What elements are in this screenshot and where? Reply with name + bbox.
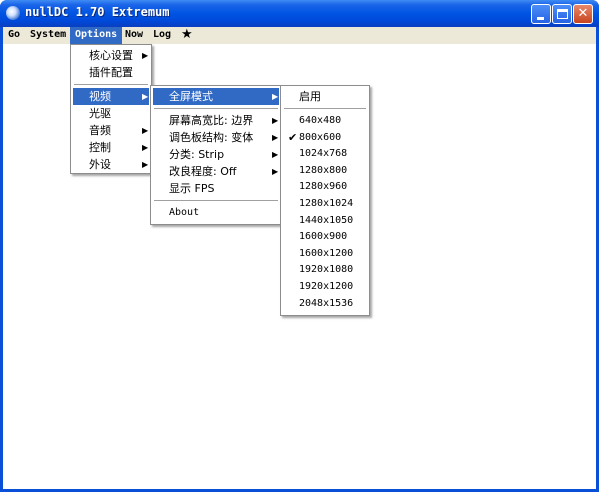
menu-item-about[interactable]: About bbox=[153, 204, 279, 221]
menu-options[interactable]: Options bbox=[70, 27, 123, 44]
menu-item-resolution-640x480[interactable]: 640x480 bbox=[283, 112, 367, 129]
menu-item-resolution-1280x960[interactable]: 1280x960 bbox=[283, 178, 367, 195]
resolution-label: 640x480 bbox=[299, 115, 342, 126]
menu-item-aspect-ratio[interactable]: 屏幕高宽比: 边界 ▶ bbox=[153, 112, 279, 129]
dreamcast-swirl-icon[interactable] bbox=[6, 6, 20, 20]
menu-item-resolution-1440x1050[interactable]: 1440x1050 bbox=[283, 212, 367, 229]
menu-item-label: 屏幕高宽比: 边界 bbox=[169, 114, 254, 127]
close-button[interactable]: ✕ bbox=[573, 4, 593, 24]
submenu-arrow-icon: ▶ bbox=[142, 92, 149, 101]
window-title: nullDC 1.70 Extremum bbox=[25, 5, 170, 19]
submenu-arrow-icon: ▶ bbox=[142, 160, 149, 169]
menu-item-label: 插件配置 bbox=[89, 66, 133, 79]
menu-item-audio[interactable]: 音频 ▶ bbox=[73, 122, 149, 139]
menu-item-resolution-1600x900[interactable]: 1600x900 bbox=[283, 228, 367, 245]
menu-item-plugin-config[interactable]: 插件配置 bbox=[73, 64, 149, 81]
minimize-button[interactable] bbox=[531, 4, 551, 24]
menu-item-controls[interactable]: 控制 ▶ bbox=[73, 139, 149, 156]
menu-separator bbox=[74, 84, 148, 86]
menu-separator bbox=[154, 200, 278, 202]
menu-item-resolution-1024x768[interactable]: 1024x768 bbox=[283, 145, 367, 162]
resolution-label: 1920x1080 bbox=[299, 264, 354, 276]
menu-item-show-fps[interactable]: 显示 FPS bbox=[153, 180, 279, 197]
menu-item-palette[interactable]: 调色板结构: 变体 ▶ bbox=[153, 129, 279, 146]
menu-item-video[interactable]: 视频 ▶ bbox=[73, 88, 149, 105]
menu-item-peripherals[interactable]: 外设 ▶ bbox=[73, 156, 149, 173]
checkmark-icon: ✔ bbox=[288, 130, 298, 144]
resolution-label: 800x600 bbox=[299, 131, 342, 143]
menu-item-label: About bbox=[169, 207, 200, 218]
resolution-label: 1280x800 bbox=[299, 164, 348, 176]
app-window: nullDC 1.70 Extremum ✕ Go System Options… bbox=[0, 0, 599, 492]
menu-item-enhancement[interactable]: 改良程度: Off ▶ bbox=[153, 163, 279, 180]
menu-go[interactable]: Go bbox=[3, 27, 25, 44]
video-submenu: 全屏模式 ▶ 屏幕高宽比: 边界 ▶ 调色板结构: 变体 ▶ 分类: Strip… bbox=[150, 85, 282, 225]
menu-item-label: 启用 bbox=[299, 90, 321, 103]
submenu-arrow-icon: ▶ bbox=[272, 92, 279, 101]
menu-item-resolution-1600x1200[interactable]: 1600x1200 bbox=[283, 245, 367, 262]
submenu-arrow-icon: ▶ bbox=[142, 143, 149, 152]
maximize-icon bbox=[557, 9, 568, 19]
menu-item-fullscreen-mode[interactable]: 全屏模式 ▶ bbox=[153, 88, 279, 105]
menu-item-resolution-1280x1024[interactable]: 1280x1024 bbox=[283, 195, 367, 212]
menu-separator bbox=[284, 108, 366, 110]
menu-bar: Go System Options Now Log ★ bbox=[3, 27, 596, 44]
menu-item-label: 改良程度: Off bbox=[169, 165, 237, 178]
resolution-label: 1600x900 bbox=[299, 231, 348, 243]
menu-item-label: 显示 FPS bbox=[169, 182, 215, 195]
options-menu: 核心设置 ▶ 插件配置 视频 ▶ 光驱 音频 ▶ 控制 ▶ 外设 ▶ bbox=[70, 44, 152, 174]
maximize-button[interactable] bbox=[552, 4, 572, 24]
menu-separator bbox=[154, 108, 278, 110]
menu-item-label: 全屏模式 bbox=[169, 90, 213, 103]
menu-item-label: 核心设置 bbox=[89, 49, 133, 62]
menu-item-label: 视频 bbox=[89, 90, 111, 103]
menu-item-label: 控制 bbox=[89, 141, 111, 154]
close-icon: ✕ bbox=[577, 6, 589, 21]
submenu-arrow-icon: ▶ bbox=[142, 51, 149, 60]
menu-item-resolution-800x600[interactable]: ✔ 800x600 bbox=[283, 129, 367, 146]
menu-item-label: 分类: Strip bbox=[169, 148, 225, 161]
resolution-label: 1920x1200 bbox=[299, 281, 354, 292]
resolution-label: 1600x1200 bbox=[299, 247, 354, 259]
submenu-arrow-icon: ▶ bbox=[142, 126, 149, 135]
menu-item-resolution-1920x1080[interactable]: 1920x1080 bbox=[283, 261, 367, 278]
menu-item-resolution-2048x1536[interactable]: 2048x1536 bbox=[283, 295, 367, 312]
resolution-label: 1280x960 bbox=[299, 181, 348, 193]
menu-item-core-settings[interactable]: 核心设置 ▶ bbox=[73, 47, 149, 64]
submenu-arrow-icon: ▶ bbox=[272, 116, 279, 125]
menu-item-label: 光驱 bbox=[89, 107, 111, 120]
menu-star-icon[interactable]: ★ bbox=[176, 27, 198, 44]
resolution-label: 2048x1536 bbox=[299, 297, 354, 309]
resolution-label: 1280x1024 bbox=[299, 198, 354, 209]
menu-item-cdrom[interactable]: 光驱 bbox=[73, 105, 149, 122]
menu-item-label: 调色板结构: 变体 bbox=[169, 131, 254, 144]
resolution-label: 1440x1050 bbox=[299, 214, 354, 226]
menu-item-label: 外设 bbox=[89, 158, 111, 171]
menu-item-enable-fullscreen[interactable]: 启用 bbox=[283, 88, 367, 105]
minimize-icon bbox=[537, 17, 544, 20]
submenu-arrow-icon: ▶ bbox=[272, 133, 279, 142]
menu-item-resolution-1920x1200[interactable]: 1920x1200 bbox=[283, 278, 367, 295]
menu-item-label: 音频 bbox=[89, 124, 111, 137]
submenu-arrow-icon: ▶ bbox=[272, 150, 279, 159]
submenu-arrow-icon: ▶ bbox=[272, 167, 279, 176]
menu-item-sorting[interactable]: 分类: Strip ▶ bbox=[153, 146, 279, 163]
menu-item-resolution-1280x800[interactable]: 1280x800 bbox=[283, 162, 367, 179]
fullscreen-submenu: 启用 640x480 ✔ 800x600 1024x768 1280x800 1280x9… bbox=[280, 85, 370, 316]
resolution-label: 1024x768 bbox=[299, 148, 348, 160]
title-bar[interactable]: nullDC 1.70 Extremum ✕ bbox=[0, 0, 599, 27]
menu-system[interactable]: System bbox=[25, 27, 71, 44]
menu-now[interactable]: Now bbox=[120, 27, 148, 44]
menu-log[interactable]: Log bbox=[148, 27, 176, 44]
